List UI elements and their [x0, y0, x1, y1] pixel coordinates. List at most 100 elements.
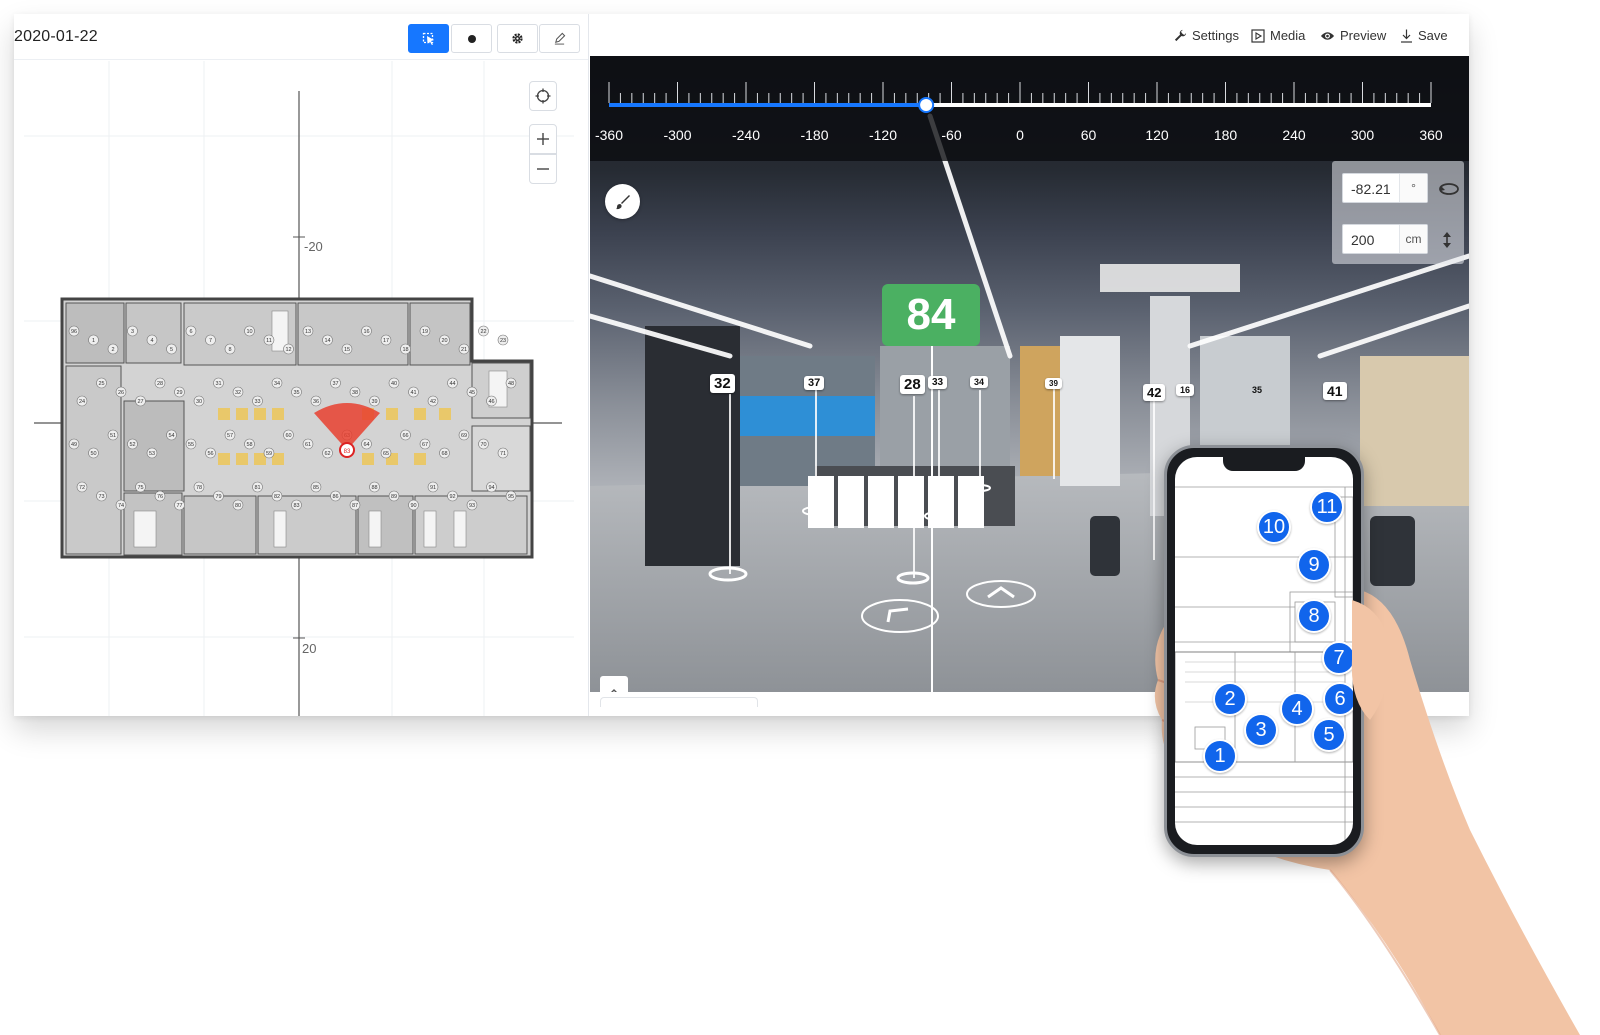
- minus-icon: [537, 168, 549, 170]
- dot-icon: [467, 34, 476, 43]
- floorplan-header: 2020-01-22: [14, 14, 588, 60]
- room-number: 50: [90, 451, 96, 457]
- point-marker[interactable]: 16: [1176, 384, 1195, 396]
- draw-tool-button[interactable]: [539, 24, 580, 53]
- height-input[interactable]: 200 cm: [1342, 224, 1428, 254]
- room-number: 58: [246, 442, 252, 448]
- zoom-out-button[interactable]: [529, 154, 557, 184]
- route-step-marker[interactable]: 7: [1322, 641, 1353, 675]
- media-button[interactable]: Media: [1251, 28, 1305, 43]
- point-marker[interactable]: 34: [970, 376, 989, 388]
- preview-button[interactable]: Preview: [1320, 28, 1386, 43]
- room-number: 74: [118, 503, 124, 509]
- room-number: 44: [449, 381, 455, 387]
- point-marker[interactable]: 33: [928, 376, 948, 389]
- brush-icon: [615, 194, 630, 209]
- room-number: 22: [480, 329, 486, 335]
- point-marker[interactable]: 32: [710, 374, 735, 393]
- room-number: 52: [129, 442, 135, 448]
- point-tool-button[interactable]: [451, 24, 492, 53]
- height-unit: cm: [1399, 225, 1427, 253]
- route-step-marker[interactable]: 10: [1257, 510, 1291, 544]
- phone-screen[interactable]: 1 2 3 4 5 6 7 8 9 10 11: [1175, 457, 1353, 845]
- marker-pole: [1053, 389, 1055, 479]
- collapse-button[interactable]: [600, 676, 628, 692]
- brush-button[interactable]: [605, 184, 640, 219]
- route-step-marker[interactable]: 2: [1213, 682, 1247, 716]
- plus-icon: [537, 133, 549, 145]
- room-number: 24: [79, 399, 85, 405]
- height-arrows-icon[interactable]: [1442, 231, 1452, 249]
- save-label: Save: [1418, 28, 1448, 43]
- room-number: 14: [324, 338, 330, 344]
- degree-label: 60: [1080, 127, 1097, 143]
- point-marker[interactable]: 42: [1143, 384, 1166, 401]
- room-number: 56: [207, 451, 213, 457]
- route-step-marker[interactable]: 4: [1280, 692, 1314, 726]
- route-step-marker[interactable]: 9: [1297, 548, 1331, 582]
- select-tool-button[interactable]: [408, 24, 449, 53]
- preview-label: Preview: [1340, 28, 1387, 43]
- slider-thumb: [918, 97, 935, 113]
- point-marker[interactable]: 35: [1248, 384, 1266, 396]
- heading-slider[interactable]: [590, 56, 1469, 126]
- room-number: 60: [285, 433, 291, 439]
- room-number: 15: [344, 347, 350, 353]
- degree-label: -360: [594, 127, 624, 143]
- room-number: 86: [332, 494, 338, 500]
- locate-button[interactable]: [529, 81, 557, 111]
- route-step-marker[interactable]: 6: [1323, 682, 1353, 716]
- settings-tool-button[interactable]: [497, 24, 538, 53]
- room-number: 64: [363, 442, 369, 448]
- date-label: 2020-01-22: [14, 28, 98, 45]
- degree-label: 0: [1016, 127, 1024, 143]
- save-button[interactable]: Save: [1400, 28, 1448, 43]
- room-number: 1: [92, 338, 95, 344]
- marker-pole: [815, 390, 817, 510]
- room-number: 54: [168, 433, 174, 439]
- room-number: 67: [422, 442, 428, 448]
- room-number: 39: [371, 399, 377, 405]
- point-marker[interactable]: 39: [1045, 378, 1062, 389]
- room-number: 26: [118, 390, 124, 396]
- bottom-tab[interactable]: [600, 697, 758, 707]
- room-number: 6: [189, 329, 192, 335]
- room-number: 90: [410, 503, 416, 509]
- marker-pole: [938, 390, 940, 516]
- room-number: 78: [196, 485, 202, 491]
- room-number: 53: [149, 451, 155, 457]
- axis-label-top: -20: [304, 239, 323, 254]
- route-step-marker[interactable]: 1: [1203, 739, 1237, 773]
- room-number: 69: [461, 433, 467, 439]
- room-number: 5: [170, 347, 173, 353]
- route-step-marker[interactable]: 8: [1297, 599, 1331, 633]
- room-number: 42: [430, 399, 436, 405]
- room-number: 4: [150, 338, 153, 344]
- top-toolbar: Settings Media Preview Save: [590, 14, 1469, 56]
- floorplan-drawing: [60, 297, 534, 559]
- point-marker[interactable]: 28: [900, 375, 925, 394]
- media-icon: [1251, 28, 1265, 43]
- room-number: 19: [422, 329, 428, 335]
- heading-input[interactable]: -82.21 °: [1342, 173, 1428, 203]
- room-number: 93: [469, 503, 475, 509]
- rotate-icon[interactable]: [1438, 181, 1460, 197]
- room-number: 96: [71, 329, 77, 335]
- point-marker[interactable]: 37: [804, 376, 825, 390]
- floorplan-map[interactable]: 96 1 2 3 4 5 6 7 8 10 11 12 13 14 15 16 17 18 19 20 21 22 23 24…: [14, 61, 588, 716]
- room-number: 87: [352, 503, 358, 509]
- pointer-icon: [422, 32, 434, 45]
- room-number: 10: [246, 329, 252, 335]
- route-step-marker[interactable]: 3: [1244, 713, 1278, 747]
- room-number: 61: [305, 442, 311, 448]
- room-number: 28: [157, 381, 163, 387]
- room-number: 72: [79, 485, 85, 491]
- zoom-in-button[interactable]: [529, 124, 557, 154]
- degree-label: -300: [663, 127, 692, 143]
- settings-button[interactable]: Settings: [1174, 28, 1239, 43]
- route-step-marker[interactable]: 5: [1312, 718, 1346, 752]
- route-step-marker[interactable]: 11: [1310, 490, 1344, 524]
- heading-unit: °: [1399, 174, 1427, 202]
- point-marker[interactable]: 41: [1323, 382, 1347, 400]
- room-number: 27: [137, 399, 143, 405]
